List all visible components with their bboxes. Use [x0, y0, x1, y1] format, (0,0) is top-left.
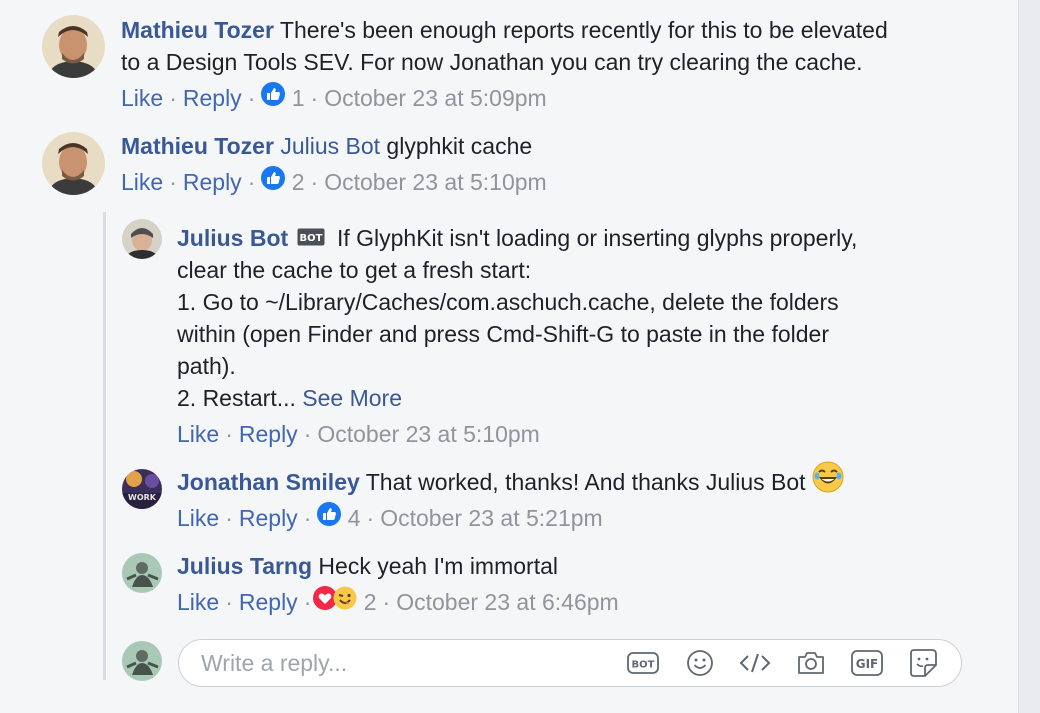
comment: Mathieu Tozer Julius Bot glyphkit cache … — [0, 120, 1018, 212]
like-reaction-icon[interactable] — [261, 165, 286, 198]
reply-author[interactable]: Julius Bot — [177, 225, 288, 251]
reaction-count[interactable]: 1 — [292, 85, 305, 111]
avatar[interactable] — [122, 553, 162, 593]
reply-body-line: clear the cache to get a fresh start: — [177, 257, 532, 283]
comment-timestamp[interactable]: October 23 at 5:09pm — [324, 85, 546, 111]
comment-body-line: to a Design Tools SEV. For now Jonathan … — [121, 49, 863, 75]
reply-body: Heck yeah I'm immortal — [312, 553, 558, 579]
reply-body-line: within (open Finder and press Cmd-Shift-… — [177, 321, 829, 347]
svg-text:BOT: BOT — [299, 233, 322, 244]
reply-author[interactable]: Jonathan Smiley — [177, 469, 360, 495]
avatar[interactable] — [42, 132, 105, 195]
comment-text: Mathieu Tozer There's been enough report… — [121, 14, 1001, 78]
reaction-count[interactable]: 4 — [348, 505, 361, 531]
comment: Mathieu Tozer There's been enough report… — [0, 0, 1018, 120]
code-icon[interactable] — [739, 649, 771, 677]
svg-text:GIF: GIF — [856, 657, 879, 671]
reply-timestamp[interactable]: October 23 at 6:46pm — [396, 589, 618, 615]
reply: Julius Tarng Heck yeah I'm immortal Like… — [0, 545, 1018, 630]
like-reaction-icon[interactable] — [317, 501, 342, 534]
reply-body-line: path). — [177, 353, 236, 379]
comment-author[interactable]: Mathieu Tozer — [121, 133, 274, 159]
avatar[interactable]: WORK — [122, 469, 162, 509]
svg-text:BOT: BOT — [632, 660, 655, 671]
reply-body-line: 2. Restart... — [177, 385, 303, 411]
reply-timestamp[interactable]: October 23 at 5:21pm — [380, 505, 602, 531]
reply-button[interactable]: Reply — [239, 505, 298, 531]
reply-button[interactable]: Reply — [183, 169, 242, 195]
comment-author[interactable]: Mathieu Tozer — [121, 17, 274, 43]
reply-body: That worked, thanks! And thanks Julius B… — [359, 469, 812, 495]
reaction-count[interactable]: 2 — [292, 169, 305, 195]
gif-icon[interactable]: GIF — [851, 649, 883, 677]
comment-actions: Like · Reply · 1 · October 23 at 5:09pm — [121, 81, 547, 114]
mention-link[interactable]: Julius Bot — [280, 133, 380, 159]
like-button[interactable]: Like — [177, 589, 219, 615]
like-button[interactable]: Like — [177, 505, 219, 531]
emoji-icon[interactable] — [684, 649, 716, 677]
reply-text: Julius Tarng Heck yeah I'm immortal — [177, 550, 558, 582]
comment-body-line: There's been enough reports recently for… — [273, 17, 888, 43]
like-reaction-icon[interactable] — [261, 81, 286, 114]
laughing-emoji-icon — [812, 461, 844, 501]
comment-actions: Like · Reply · 2 · October 23 at 5:10pm — [121, 165, 547, 198]
reply-actions: Like · Reply · 2 · October 23 at 6:46pm — [177, 585, 619, 618]
like-button[interactable]: Like — [177, 421, 219, 447]
reply-button[interactable]: Reply — [183, 85, 242, 111]
reply-button[interactable]: Reply — [239, 421, 298, 447]
reply-body-line: 1. Go to ~/Library/Caches/com.aschuch.ca… — [177, 289, 839, 315]
see-more-link[interactable]: See More — [302, 385, 402, 411]
reply-input[interactable] — [201, 649, 601, 677]
svg-text:WORK: WORK — [128, 493, 157, 502]
avatar[interactable] — [42, 15, 105, 78]
reply: Julius Bot BOT If GlyphKit isn't loading… — [0, 212, 1018, 457]
sticker-icon[interactable] — [907, 649, 939, 677]
reply-timestamp[interactable]: October 23 at 5:10pm — [317, 421, 539, 447]
comment-timestamp[interactable]: October 23 at 5:10pm — [324, 169, 546, 195]
composer-avatar[interactable] — [122, 641, 162, 681]
like-button[interactable]: Like — [121, 169, 163, 195]
reply-author[interactable]: Julius Tarng — [177, 553, 312, 579]
reaction-count[interactable]: 2 — [364, 589, 377, 615]
like-button[interactable]: Like — [121, 85, 163, 111]
reply-composer: BOT GIF — [178, 639, 962, 687]
reply-button[interactable]: Reply — [239, 589, 298, 615]
comments-panel: Mathieu Tozer There's been enough report… — [0, 0, 1019, 713]
reply-text: Julius Bot BOT If GlyphKit isn't loading… — [177, 222, 977, 414]
wink-reaction-icon[interactable] — [333, 586, 357, 618]
reply-actions: Like · Reply · October 23 at 5:10pm — [177, 421, 540, 447]
comment-body: glyphkit cache — [380, 133, 533, 159]
reply-text: Jonathan Smiley That worked, thanks! And… — [177, 461, 844, 501]
reply-actions: Like · Reply · 4 · October 23 at 5:21pm — [177, 501, 603, 534]
reply-body-line: If GlyphKit isn't loading or inserting g… — [330, 225, 858, 251]
comment-text: Mathieu Tozer Julius Bot glyphkit cache — [121, 130, 532, 162]
camera-icon[interactable] — [795, 649, 827, 677]
bot-badge-icon: BOT — [297, 222, 325, 254]
reply: WORK Jonathan Smiley That worked, thanks… — [0, 457, 1018, 545]
avatar[interactable] — [122, 219, 162, 259]
bot-icon[interactable]: BOT — [627, 649, 659, 677]
